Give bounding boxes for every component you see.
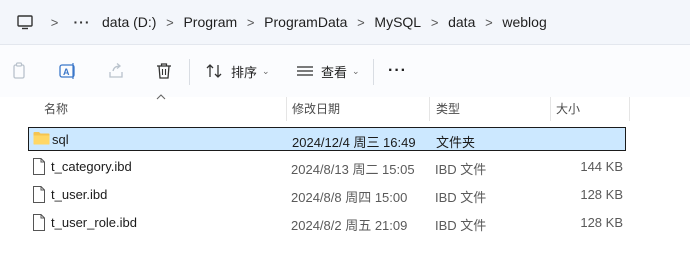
column-header-row: 名称 修改日期 类型 大小 (0, 94, 690, 121)
breadcrumb-item-program[interactable]: Program (183, 14, 237, 30)
file-date: 2024/8/13 周二 15:05 (291, 162, 415, 177)
column-divider[interactable] (286, 97, 287, 121)
this-pc-icon[interactable] (17, 15, 33, 30)
list-item[interactable]: sql 2024/12/4 周三 16:49 文件夹 (28, 127, 626, 151)
chevron-right-icon[interactable]: > (475, 15, 502, 30)
sort-label: 排序 (231, 64, 258, 80)
file-date: 2024/8/8 周四 15:00 (291, 190, 408, 205)
breadcrumb-item-mysql[interactable]: MySQL (374, 14, 421, 30)
breadcrumb-item-data[interactable]: data (448, 14, 475, 30)
file-date: 2024/12/4 周三 16:49 (292, 135, 416, 150)
file-name: t_user_role.ibd (51, 215, 137, 230)
file-size: 128 KB (580, 187, 623, 202)
file-date: 2024/8/2 周五 21:09 (291, 218, 408, 233)
column-header-name[interactable]: 名称 (44, 100, 68, 117)
view-list-icon (297, 66, 313, 76)
file-icon (32, 158, 46, 178)
list-item[interactable]: t_category.ibd 2024/8/13 周二 15:05 IBD 文件… (28, 155, 626, 179)
file-list: 名称 修改日期 类型 大小 sql 2024/12/4 周三 16:49 文件夹 (0, 94, 690, 255)
toolbar-divider (373, 59, 374, 85)
chevron-right-icon[interactable]: > (237, 15, 264, 30)
file-name: t_category.ibd (51, 159, 132, 174)
breadcrumb-item-drive[interactable]: data (D:) (102, 14, 156, 30)
file-icon (32, 186, 46, 206)
column-divider[interactable] (629, 97, 630, 121)
chevron-down-icon: ⌄ (262, 65, 270, 76)
file-explorer-window: > ··· data (D:) > Program > ProgramData … (0, 0, 690, 255)
copy-icon[interactable] (11, 59, 27, 83)
column-divider[interactable] (429, 97, 430, 121)
file-type: IBD 文件 (435, 218, 487, 233)
column-header-date[interactable]: 修改日期 (292, 100, 340, 117)
chevron-right-icon[interactable]: > (41, 15, 68, 30)
svg-text:A: A (63, 67, 70, 77)
breadcrumb[interactable]: > ··· data (D:) > Program > ProgramData … (0, 0, 690, 44)
more-path-icon[interactable]: ··· (68, 14, 96, 30)
breadcrumb-item-programdata[interactable]: ProgramData (264, 14, 347, 30)
column-header-type[interactable]: 类型 (436, 100, 460, 117)
file-name: t_user.ibd (51, 187, 108, 202)
sort-ascending-icon (156, 89, 166, 103)
file-size: 144 KB (580, 159, 623, 174)
file-type: 文件夹 (436, 135, 476, 150)
column-header-size[interactable]: 大小 (556, 100, 580, 117)
file-type: IBD 文件 (435, 162, 487, 177)
view-label: 查看 (321, 64, 348, 80)
sort-button[interactable]: 排序 ⌄ (206, 59, 270, 83)
chevron-right-icon[interactable]: > (347, 15, 374, 30)
rename-icon[interactable]: A (59, 59, 77, 83)
share-icon[interactable] (107, 59, 125, 83)
delete-icon[interactable] (155, 59, 173, 83)
list-item[interactable]: t_user_role.ibd 2024/8/2 周五 21:09 IBD 文件… (28, 211, 626, 235)
toolbar-divider (189, 59, 190, 85)
file-type: IBD 文件 (435, 190, 487, 205)
column-divider[interactable] (550, 97, 551, 121)
file-size: 128 KB (580, 215, 623, 230)
view-button[interactable]: 查看 ⌄ (296, 59, 360, 83)
file-icon (32, 214, 46, 234)
folder-icon (33, 131, 50, 148)
more-options-icon[interactable]: ··· (388, 59, 407, 83)
command-bar: A 排序 ⌄ 查看 ⌄ ··· (0, 44, 690, 98)
chevron-down-icon: ⌄ (352, 65, 360, 76)
list-item[interactable]: t_user.ibd 2024/8/8 周四 15:00 IBD 文件 128 … (28, 183, 626, 207)
chevron-right-icon[interactable]: > (156, 15, 183, 30)
chevron-right-icon[interactable]: > (421, 15, 448, 30)
sort-icon (206, 64, 222, 78)
breadcrumb-item-weblog[interactable]: weblog (502, 14, 546, 30)
file-name: sql (52, 132, 69, 147)
